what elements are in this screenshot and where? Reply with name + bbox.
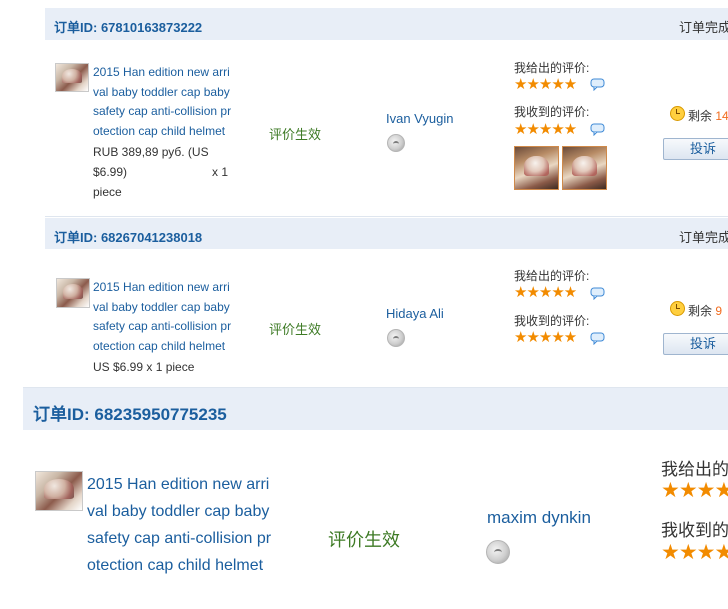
avatar-placeholder-icon bbox=[387, 134, 405, 152]
comment-bubble-icon[interactable] bbox=[590, 332, 605, 345]
clock-icon bbox=[670, 301, 685, 316]
review-photo[interactable] bbox=[514, 146, 559, 190]
buyer-name-link[interactable]: maxim dynkin bbox=[487, 508, 591, 528]
comment-bubble-icon[interactable] bbox=[590, 78, 605, 91]
product-thumbnail[interactable] bbox=[35, 471, 83, 511]
quantity: x 1 bbox=[212, 165, 229, 179]
order-status: 订单完成 bbox=[679, 20, 728, 35]
given-feedback-label: 我给出的 bbox=[661, 460, 728, 479]
feedback-status: 评价生效 bbox=[269, 322, 322, 337]
buyer-name-link[interactable]: Hidaya Ali bbox=[386, 306, 444, 321]
time-remaining: 剩余 9 bbox=[688, 304, 723, 318]
product-title-link[interactable]: 2015 Han edition new arri val baby toddl… bbox=[93, 63, 231, 141]
order-header: 订单ID: 68267041238018 订单完成 bbox=[45, 218, 728, 249]
clock-icon bbox=[670, 106, 685, 121]
feedback-status: 评价生效 bbox=[328, 530, 400, 550]
avatar-placeholder-icon bbox=[486, 540, 510, 564]
given-rating-stars: ★★★★★ bbox=[514, 284, 577, 301]
order-status: 订单完成 bbox=[679, 230, 728, 245]
complain-button[interactable]: 投诉 bbox=[663, 138, 728, 160]
feedback-status: 评价生效 bbox=[269, 127, 322, 142]
product-price: RUB 389,89 руб. (US $6.99) x 1 piece bbox=[93, 145, 229, 199]
received-feedback-label: 我收到的评价: bbox=[514, 314, 590, 328]
time-remaining: 剩余 14 bbox=[688, 109, 728, 123]
received-rating-stars: ★★★★★ bbox=[514, 121, 577, 138]
order-id: 订单ID: 67810163873222 bbox=[54, 20, 203, 35]
buyer-name-link[interactable]: Ivan Vyugin bbox=[386, 111, 453, 126]
comment-bubble-icon[interactable] bbox=[590, 123, 605, 136]
comment-bubble-icon[interactable] bbox=[590, 287, 605, 300]
received-feedback-label: 我收到的评价: bbox=[514, 105, 590, 119]
product-title-link[interactable]: 2015 Han edition new arri val baby toddl… bbox=[87, 471, 271, 579]
product-title-link[interactable]: 2015 Han edition new arri val baby toddl… bbox=[93, 278, 231, 356]
review-photo[interactable] bbox=[562, 146, 607, 190]
order-id: 订单ID: 68267041238018 bbox=[54, 230, 203, 245]
product-thumbnail[interactable] bbox=[56, 278, 90, 308]
given-feedback-label: 我给出的评价: bbox=[514, 269, 590, 283]
order-id: 订单ID: 68235950775235 bbox=[33, 405, 227, 424]
given-feedback-label: 我给出的评价: bbox=[514, 61, 590, 75]
received-rating-stars: ★★★★★ bbox=[514, 329, 577, 346]
given-rating-stars: ★★★★★ bbox=[514, 76, 577, 93]
given-rating-stars: ★★★★ bbox=[661, 479, 728, 502]
divider bbox=[45, 216, 728, 217]
product-price: US $6.99 x 1 piece bbox=[93, 360, 195, 374]
product-thumbnail[interactable] bbox=[55, 63, 89, 92]
received-feedback-label: 我收到的 bbox=[661, 521, 728, 540]
avatar-placeholder-icon bbox=[387, 329, 405, 347]
complain-button[interactable]: 投诉 bbox=[663, 333, 728, 355]
received-rating-stars: ★★★★ bbox=[661, 541, 728, 564]
order-header: 订单ID: 68235950775235 bbox=[23, 388, 728, 430]
order-header: 订单ID: 67810163873222 订单完成 bbox=[45, 8, 728, 40]
